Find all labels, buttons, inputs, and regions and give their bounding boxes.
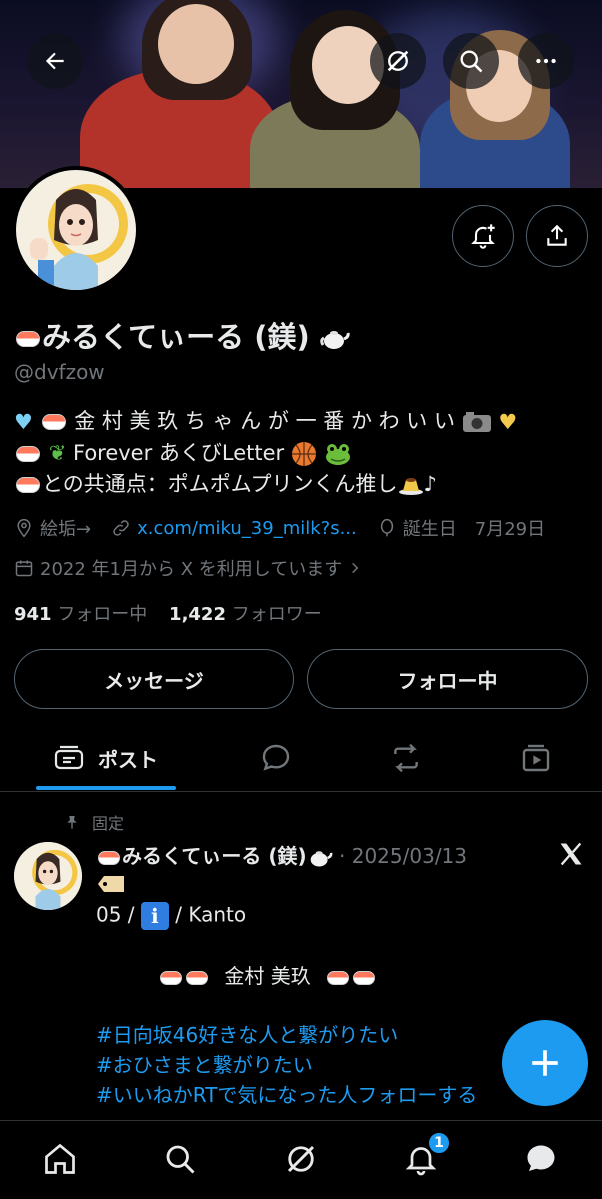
active-tab-indicator: [36, 786, 176, 790]
message-button[interactable]: メッセージ: [14, 649, 294, 709]
sushi-emoji: [16, 477, 40, 493]
sushi-emoji: [186, 970, 208, 985]
tab-replies[interactable]: [240, 724, 312, 792]
camera-emoji: [462, 412, 491, 432]
nav-search[interactable]: [158, 1137, 202, 1181]
bio-line-1: ♥ 金 村 美 玖 ち ゃ ん が 一 番 か わ い い ♥: [14, 406, 590, 438]
yellow-heart-emoji: ♥: [498, 409, 518, 434]
follow-counts: 941 フォロー中 1,422 フォロワー: [14, 600, 322, 626]
light-blue-heart-emoji: ♥: [14, 409, 33, 434]
seedling-emoji: ❦: [48, 441, 67, 465]
following-count: 941: [14, 604, 52, 625]
label-emoji: [98, 875, 124, 892]
profile-banner: [0, 0, 602, 188]
location-icon: [17, 518, 31, 538]
post-header: みるくてぃーる (鎂) · 2025/03/13: [96, 840, 467, 869]
profile-name: みるくてぃーる (鎂): [14, 314, 350, 356]
share-icon: [547, 224, 567, 246]
post-avatar[interactable]: [14, 842, 82, 910]
profile-birthday: 誕生日 7月29日: [402, 519, 546, 540]
teapot-emoji: [310, 850, 333, 866]
x-logo-icon: [556, 840, 586, 872]
tab-posts-label: ポスト: [98, 747, 158, 772]
following-label: フォロー中: [57, 604, 148, 625]
notification-badge: 1: [427, 1131, 451, 1155]
compose-post-button[interactable]: [502, 1020, 588, 1106]
following-button[interactable]: フォロー中: [307, 649, 588, 709]
more-icon: [536, 58, 556, 64]
sushi-emoji: [16, 331, 40, 347]
avatar-illustration: [18, 172, 134, 290]
sushi-emoji: [160, 970, 182, 985]
bio-line-3: との共通点：ポムポムプリンくん推し ♪: [14, 469, 590, 500]
basketball-emoji: [291, 441, 316, 466]
grok-button[interactable]: [370, 33, 426, 89]
information-emoji: ℹ: [140, 902, 169, 930]
frog-emoji: [325, 443, 350, 465]
grok-icon: [387, 50, 409, 72]
profile-joined-row[interactable]: 2022 年1月から X を利用しています: [14, 555, 362, 581]
avatar-illustration: [14, 842, 82, 910]
share-button[interactable]: [526, 205, 588, 267]
profile-bio: ♥ 金 村 美 玖 ち ゃ ん が 一 番 か わ い い ♥ ❦ Foreve…: [14, 406, 590, 500]
bell-plus-icon: [471, 224, 495, 249]
followers-label: フォロワー: [231, 604, 322, 625]
sushi-emoji: [98, 850, 120, 865]
bottom-navigation: [0, 1120, 602, 1199]
search-icon: [166, 1145, 195, 1174]
home-icon: [45, 1143, 75, 1174]
pin-icon: [67, 816, 77, 829]
sushi-emoji: [16, 445, 40, 462]
hashtag-link[interactable]: #日向坂46好きな人と繋がりたい: [96, 1019, 398, 1048]
profile-avatar[interactable]: [12, 166, 140, 294]
balloon-icon: [380, 518, 393, 537]
profile-handle: @dvfzow: [14, 360, 105, 384]
bio-line-2: ❦ Forever あくびLetter: [14, 438, 590, 470]
media-icon: [522, 744, 550, 772]
grok-icon: [287, 1145, 315, 1173]
teapot-emoji: [320, 331, 350, 349]
plus-icon: [532, 1050, 558, 1076]
arrow-left-icon: [45, 52, 64, 70]
back-button[interactable]: [27, 33, 83, 89]
profile-meta-row: 絵垢→ x.com/miku_39_milk?s... 誕生日 7月29日: [14, 515, 545, 541]
more-button[interactable]: [518, 33, 574, 89]
post-line-1: 05 / ℹ / Kanto: [96, 902, 247, 930]
nav-messages[interactable]: [519, 1137, 563, 1181]
nav-grok[interactable]: [279, 1137, 323, 1181]
messages-icon: [527, 1145, 555, 1171]
posts-icon: [54, 745, 84, 770]
nav-home[interactable]: [38, 1137, 82, 1181]
search-button[interactable]: [443, 33, 499, 89]
hashtag-link[interactable]: #おひさまと繋がりたい: [96, 1049, 313, 1078]
link-icon: [113, 520, 129, 536]
followers-link[interactable]: 1,422 フォロワー: [169, 604, 322, 625]
profile-joined: 2022 年1月から X を利用しています: [40, 559, 343, 580]
chevron-right-icon: [352, 562, 359, 574]
calendar-icon: [15, 560, 33, 577]
sushi-emoji: [327, 970, 350, 985]
post-author[interactable]: みるくてぃーる (鎂): [122, 844, 307, 868]
sushi-emoji: [353, 970, 376, 985]
sushi-emoji: [41, 414, 66, 430]
tab-media[interactable]: [500, 724, 572, 792]
post-date: · 2025/03/13: [339, 844, 468, 868]
repost-icon: [394, 743, 418, 773]
post-line-2: 金村 美玖: [158, 960, 377, 989]
tab-posts[interactable]: ポスト: [36, 724, 176, 792]
pudding-emoji: [398, 478, 423, 495]
profile-location: 絵垢→: [40, 519, 92, 540]
reply-icon: [262, 744, 290, 771]
tab-reposts[interactable]: [370, 724, 442, 792]
profile-link[interactable]: x.com/miku_39_milk?s...: [137, 518, 357, 539]
profile-tabs: ポスト: [0, 724, 602, 792]
following-link[interactable]: 941 フォロー中: [14, 604, 147, 625]
pinned-label: 固定: [64, 810, 124, 834]
post-tag-line: [96, 870, 126, 894]
search-icon: [460, 50, 483, 73]
followers-count: 1,422: [169, 604, 226, 625]
hashtag-link[interactable]: #いいねかRTで気になった人フォローする: [96, 1079, 477, 1108]
notification-subscribe-button[interactable]: [452, 205, 514, 267]
